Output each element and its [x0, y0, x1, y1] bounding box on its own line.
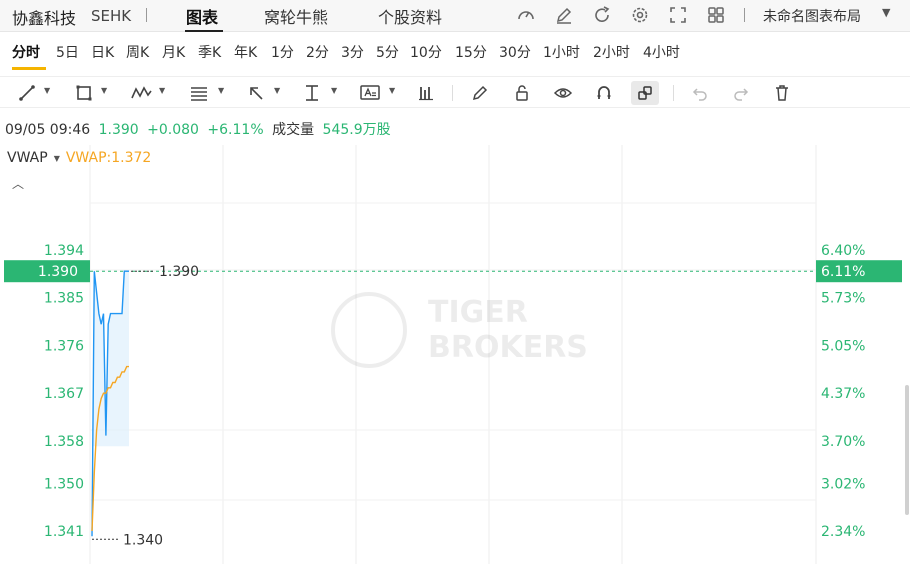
chevron-down-icon[interactable]: ▼	[882, 6, 890, 19]
y-tick-left-2: 1.376	[44, 338, 84, 354]
chevron-down-icon[interactable]: ▼	[159, 86, 165, 95]
bar-chart-icon[interactable]	[412, 81, 440, 105]
chevron-down-icon[interactable]: ▼	[331, 86, 337, 95]
period-14[interactable]: 1小时	[543, 42, 580, 62]
watermark-logo	[331, 292, 407, 368]
chevron-down-icon[interactable]: ▼	[389, 86, 395, 95]
period-6[interactable]: 年K	[234, 42, 257, 62]
link-icon[interactable]	[631, 81, 659, 105]
measure-icon[interactable]	[298, 81, 326, 105]
chevron-down-icon[interactable]: ▼	[101, 86, 107, 95]
top-bar: 协鑫科技 SEHK 图表 窝轮牛熊 个股资料 未命名图表布局 ▼	[0, 0, 910, 32]
quote-summary: 09/05 09:46 1.390 +0.080 +6.11% 成交量 545.…	[5, 119, 395, 139]
y-tick-left-4: 1.358	[44, 434, 84, 450]
y-tick-right-3: 4.37%	[821, 386, 865, 402]
period-9[interactable]: 3分	[341, 42, 364, 62]
tab-chart[interactable]: 图表	[186, 4, 218, 28]
grid-layout-icon[interactable]	[704, 3, 728, 27]
active-period-underline	[12, 67, 46, 70]
price-area	[92, 271, 129, 537]
intraday-chart[interactable]: TIGERBROKERS 1.394 6.40% 1.385 5.73% 1.376 5.0…	[0, 140, 910, 564]
watermark-text-2: BROKERS	[428, 330, 588, 365]
collapse-icon[interactable]: ︿	[12, 175, 24, 192]
chevron-down-icon[interactable]: ▼	[54, 154, 60, 163]
active-tab-underline	[185, 30, 223, 32]
quote-change-pct: +6.11%	[207, 122, 264, 138]
y-tick-left-0: 1.394	[44, 243, 84, 259]
quote-price: 1.390	[98, 122, 139, 138]
volume-label: 成交量	[272, 122, 315, 138]
y-tick-left-1: 1.385	[44, 291, 84, 307]
watermark-text-1: TIGER	[428, 295, 528, 330]
indicator-name[interactable]: VWAP	[7, 150, 48, 166]
low-marker-label: 1.340	[123, 532, 163, 548]
period-13[interactable]: 30分	[499, 42, 531, 62]
period-7[interactable]: 1分	[271, 42, 294, 62]
settings-icon[interactable]	[628, 3, 652, 27]
quote-volume: 545.9万股	[322, 122, 391, 138]
stock-name: 协鑫科技	[12, 9, 77, 28]
tab-profile[interactable]: 个股资料	[378, 4, 442, 28]
scrollbar	[905, 385, 909, 515]
period-15[interactable]: 2小时	[593, 42, 630, 62]
lock-icon[interactable]	[508, 81, 536, 105]
chevron-down-icon[interactable]: ▼	[218, 86, 224, 95]
period-2[interactable]: 日K	[91, 42, 114, 62]
current-price-label: 1.390	[38, 264, 78, 280]
magnet-icon[interactable]	[590, 81, 618, 105]
period-10[interactable]: 5分	[376, 42, 399, 62]
stock-market: SEHK	[91, 7, 132, 25]
undo-icon[interactable]	[686, 81, 714, 105]
period-11[interactable]: 10分	[410, 42, 442, 62]
pattern-icon[interactable]	[127, 81, 155, 105]
period-1[interactable]: 5日	[56, 42, 79, 62]
divider	[146, 8, 147, 22]
period-3[interactable]: 周K	[126, 42, 149, 62]
period-12[interactable]: 15分	[455, 42, 487, 62]
y-tick-right-4: 3.70%	[821, 434, 865, 450]
delete-icon[interactable]	[768, 81, 796, 105]
redo-icon[interactable]	[727, 81, 755, 105]
speedometer-icon[interactable]	[514, 3, 538, 27]
vwap-value: VWAP:1.372	[65, 150, 152, 166]
edit-icon[interactable]	[552, 3, 576, 27]
period-0[interactable]: 分时	[12, 42, 40, 62]
chevron-down-icon[interactable]: ▼	[274, 86, 280, 95]
y-tick-right-5: 3.02%	[821, 476, 865, 492]
period-16[interactable]: 4小时	[643, 42, 680, 62]
period-8[interactable]: 2分	[306, 42, 329, 62]
y-tick-left-3: 1.367	[44, 386, 84, 402]
quote-datetime: 09/05 09:46	[5, 122, 91, 138]
divider	[452, 85, 453, 101]
quote-change: +0.080	[147, 122, 199, 138]
y-tick-right-0: 6.40%	[821, 243, 865, 259]
tab-warrants[interactable]: 窝轮牛熊	[264, 4, 328, 28]
text-note-icon[interactable]	[356, 81, 384, 105]
y-tick-right-6: 2.34%	[821, 524, 865, 540]
indicator-legend: VWAP ▼ VWAP:1.372	[7, 150, 151, 166]
rectangle-icon[interactable]	[70, 81, 98, 105]
period-4[interactable]: 月K	[162, 42, 185, 62]
y-tick-left-5: 1.350	[44, 476, 84, 492]
drawing-toolbar: ▼ ▼ ▼ ▼ ▼ ▼ ▼	[0, 76, 910, 108]
y-tick-left-6: 1.341	[44, 524, 84, 540]
period-bar: 分时 5日 日K 周K 月K 季K 年K 1分 2分 3分 5分 10分 15分 30分 1小时 2小时 4小时	[0, 36, 910, 70]
fibonacci-icon[interactable]	[185, 81, 213, 105]
pencil-icon[interactable]	[466, 81, 494, 105]
fullscreen-icon[interactable]	[666, 3, 690, 27]
high-marker-label: 1.390	[159, 264, 199, 280]
chevron-down-icon[interactable]: ▼	[44, 86, 50, 95]
y-tick-right-1: 5.73%	[821, 291, 865, 307]
refresh-icon[interactable]	[590, 3, 614, 27]
eye-icon[interactable]	[549, 81, 577, 105]
trend-line-icon[interactable]	[13, 81, 41, 105]
y-tick-right-2: 5.05%	[821, 338, 865, 354]
divider	[673, 85, 674, 101]
layout-selector[interactable]: 未命名图表布局	[763, 6, 861, 26]
period-5[interactable]: 季K	[198, 42, 221, 62]
divider	[744, 8, 745, 22]
arrow-icon[interactable]	[242, 81, 270, 105]
current-pct-label: 6.11%	[821, 264, 865, 280]
watermark-circle	[331, 292, 407, 368]
